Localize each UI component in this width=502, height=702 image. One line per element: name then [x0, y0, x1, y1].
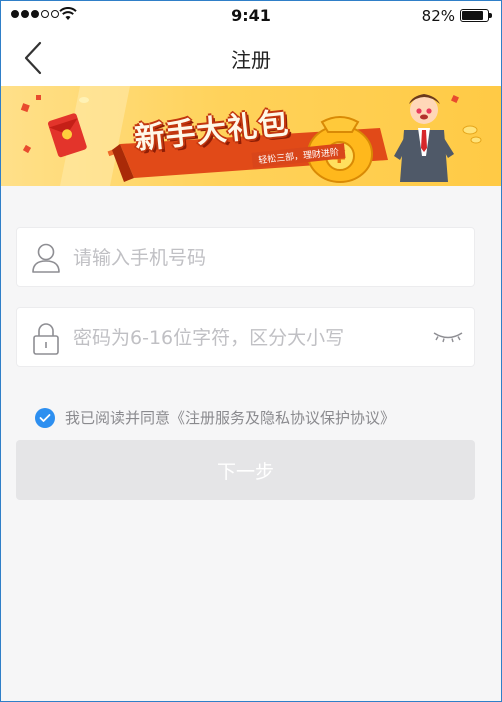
- promo-banner[interactable]: ¥ 新手大礼包 轻松三部，理财进阶: [0, 86, 502, 186]
- agreement-checkbox[interactable]: [35, 407, 55, 428]
- nav-bar: 注册: [0, 30, 502, 86]
- lock-icon: [33, 323, 59, 355]
- battery-percent: 82%: [421, 7, 455, 25]
- password-input[interactable]: [73, 322, 433, 354]
- user-icon: [32, 243, 60, 273]
- phone-field[interactable]: [16, 227, 475, 287]
- battery-icon: [460, 9, 492, 22]
- check-icon: [39, 413, 51, 422]
- password-field[interactable]: [16, 307, 475, 367]
- page-title: 注册: [231, 48, 271, 72]
- eye-closed-icon[interactable]: [432, 330, 464, 344]
- agreement-link[interactable]: 《注册服务及隐私协议保护协议》: [170, 407, 395, 428]
- phone-input[interactable]: [73, 242, 433, 274]
- agreement-row: 我已阅读并同意 《注册服务及隐私协议保护协议》: [35, 407, 395, 428]
- status-bar: 9:41 82%: [0, 0, 502, 30]
- agreement-text: 我已阅读并同意: [65, 409, 171, 427]
- next-button[interactable]: 下一步: [16, 440, 475, 500]
